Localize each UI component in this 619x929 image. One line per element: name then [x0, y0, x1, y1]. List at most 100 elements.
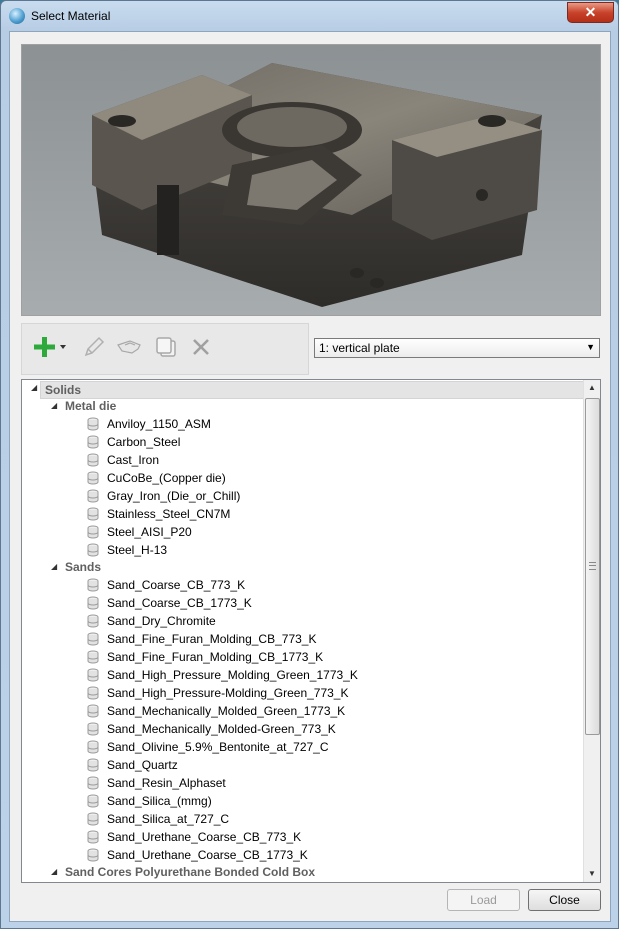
database-icon [87, 417, 99, 431]
database-icon [87, 776, 99, 790]
tree-group-label: Sands [65, 560, 102, 574]
material-list-item[interactable]: Steel_AISI_P20 [22, 523, 582, 541]
geometry-select-value: 1: vertical plate [319, 341, 400, 355]
material-tree[interactable]: Solids ◢ ◢ Metal die Anviloy_1150_ASM Car… [21, 379, 601, 883]
material-name: Sand_High_Pressure-Molding_Green_773_K [107, 686, 349, 700]
close-button[interactable]: Close [528, 889, 601, 911]
material-name: Sand_Mechanically_Molded-Green_773_K [107, 722, 336, 736]
copy-material-button[interactable] [153, 334, 179, 360]
material-list-item[interactable]: Sand_Resin_Alphaset [22, 774, 582, 792]
delete-material-button[interactable] [188, 334, 214, 360]
material-list-item[interactable]: Sand_Quartz [22, 756, 582, 774]
database-icon [87, 740, 99, 754]
material-name: Sand_Coarse_CB_1773_K [107, 596, 252, 610]
material-list-item[interactable]: Sand_High_Pressure_Molding_Green_1773_K [22, 666, 582, 684]
database-icon [87, 507, 99, 521]
material-list-item[interactable]: Sand_Mechanically_Molded_Green_1773_K [22, 702, 582, 720]
database-icon [87, 543, 99, 557]
database-icon [87, 578, 99, 592]
material-list-item[interactable]: Sand_Coarse_CB_1773_K [22, 594, 582, 612]
material-name: Sand_Silica_(mmg) [107, 794, 212, 808]
scroll-up-arrow-icon[interactable]: ▲ [584, 380, 600, 396]
database-icon [87, 435, 99, 449]
title-bar[interactable]: Select Material ✕ [1, 1, 618, 31]
tree-group-sand-cores[interactable]: ◢ Sand Cores Polyurethane Bonded Cold Bo… [22, 863, 582, 881]
add-material-button[interactable] [32, 334, 68, 360]
database-icon [87, 848, 99, 862]
tree-scrollbar[interactable]: ▲ ▼ [583, 380, 600, 882]
window-close-button[interactable]: ✕ [567, 2, 614, 23]
material-name: Sand_Fine_Furan_Molding_CB_1773_K [107, 650, 324, 664]
geometry-select[interactable]: 1: vertical plate ▼ [314, 338, 600, 358]
material-list-item[interactable]: Sand_Fine_Furan_Molding_CB_1773_K [22, 648, 582, 666]
material-list-item[interactable]: Sand_Coarse_CB_773_K [22, 576, 582, 594]
die-mold-illustration [22, 45, 600, 315]
database-icon [87, 686, 99, 700]
material-name: Steel_H-13 [107, 543, 168, 557]
material-name: Sand_Urethane_Coarse_CB_773_K [107, 830, 302, 844]
database-icon [87, 614, 99, 628]
material-list-item[interactable]: Carbon_Steel [22, 433, 582, 451]
database-icon [87, 704, 99, 718]
material-name: Anviloy_1150_ASM [107, 417, 211, 431]
expand-triangle-icon[interactable]: ◢ [51, 863, 57, 881]
database-icon [87, 471, 99, 485]
database-icon [87, 632, 99, 646]
material-list-item[interactable]: Sand_Silica_at_727_C [22, 810, 582, 828]
database-icon [87, 758, 99, 772]
database-icon [87, 489, 99, 503]
material-list-item[interactable]: Sand_Urethane_Coarse_CB_1773_K [22, 846, 582, 864]
material-list-item[interactable]: Stainless_Steel_CN7M [22, 505, 582, 523]
database-icon [87, 596, 99, 610]
window-title: Select Material [31, 9, 111, 23]
material-name: Sand_Silica_at_727_C [107, 812, 230, 826]
expand-triangle-icon[interactable]: ◢ [51, 397, 57, 415]
tree-root-label: Solids [45, 383, 82, 397]
database-icon [87, 812, 99, 826]
tree-group-metal-die[interactable]: ◢ Metal die [22, 397, 582, 415]
edit-material-button[interactable] [81, 334, 107, 360]
material-list-item[interactable]: Sand_High_Pressure-Molding_Green_773_K [22, 684, 582, 702]
database-icon [87, 794, 99, 808]
plus-dropdown-icon [34, 337, 66, 357]
database-icon [87, 453, 99, 467]
material-name: Sand_Fine_Furan_Molding_CB_773_K [107, 632, 317, 646]
tree-group-label: Metal die [65, 399, 117, 413]
material-list-item[interactable]: Gray_Iron_(Die_or_Chill) [22, 487, 582, 505]
material-list-item[interactable]: Cast_Iron [22, 451, 582, 469]
material-name: Steel_AISI_P20 [107, 525, 192, 539]
scroll-thumb[interactable] [585, 398, 600, 735]
material-list-item[interactable]: Sand_Urethane_Coarse_CB_773_K [22, 828, 582, 846]
material-name: Sand_Olivine_5.9%_Bentonite_at_727_C [107, 740, 329, 754]
delete-x-icon [193, 339, 209, 355]
hat-icon [117, 340, 141, 354]
material-list-item[interactable]: Steel_H-13 [22, 541, 582, 559]
material-list-item[interactable]: Sand_Silica_(mmg) [22, 792, 582, 810]
material-name: Sand_Urethane_Coarse_CB_1773_K [107, 848, 308, 862]
tree-group-sands[interactable]: ◢ Sands [22, 558, 582, 576]
material-name: Sand_Quartz [107, 758, 178, 772]
copy-icon [156, 337, 176, 357]
material-list-item[interactable]: Sand_Mechanically_Molded-Green_773_K [22, 720, 582, 738]
properties-button[interactable] [116, 334, 142, 360]
scroll-down-arrow-icon[interactable]: ▼ [584, 866, 600, 882]
grip-icon [589, 562, 596, 570]
load-button[interactable]: Load [447, 889, 520, 911]
material-toolbar [21, 323, 309, 375]
material-list-item[interactable]: Sand_Fine_Furan_Molding_CB_773_K [22, 630, 582, 648]
material-preview-image [21, 44, 601, 316]
chevron-down-icon[interactable]: ▼ [586, 342, 595, 352]
expand-triangle-icon[interactable]: ◢ [31, 383, 37, 392]
material-name: Sand_Dry_Chromite [107, 614, 216, 628]
pencil-icon [84, 336, 105, 357]
material-list-item[interactable]: Sand_Dry_Chromite [22, 612, 582, 630]
material-list-item[interactable]: Anviloy_1150_ASM [22, 415, 582, 433]
material-name: Sand_Coarse_CB_773_K [107, 578, 246, 592]
material-name: Gray_Iron_(Die_or_Chill) [107, 489, 241, 503]
expand-triangle-icon[interactable]: ◢ [51, 558, 57, 576]
material-list-item[interactable]: CuCoBe_(Copper die) [22, 469, 582, 487]
dialog-window: Select Material ✕ 1: vertical plate ▼ So… [0, 0, 619, 929]
material-list-item[interactable]: Sand_Olivine_5.9%_Bentonite_at_727_C [22, 738, 582, 756]
app-globe-icon [9, 8, 25, 24]
database-icon [87, 722, 99, 736]
